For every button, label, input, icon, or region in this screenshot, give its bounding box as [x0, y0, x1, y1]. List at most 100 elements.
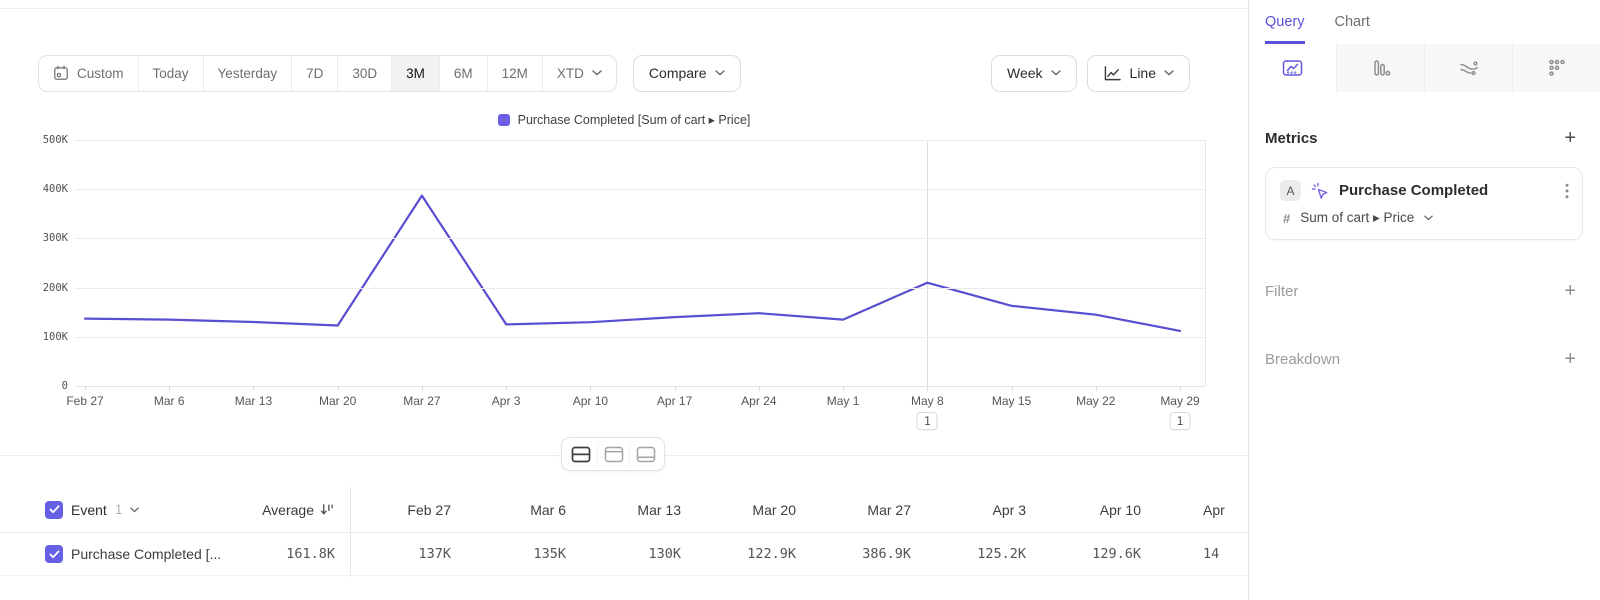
add-metric-button[interactable]: + [1564, 128, 1576, 148]
breakdown-title: Breakdown [1265, 351, 1340, 368]
gridline-500K [75, 140, 1205, 141]
filter-title: Filter [1265, 283, 1298, 300]
event-count: 1 [115, 502, 123, 517]
x-axis-tick [759, 386, 760, 391]
retention-grid-icon [1547, 58, 1567, 78]
chart-type-bar[interactable] [1336, 44, 1424, 92]
x-axis-label: Apr 24 [717, 394, 801, 408]
x-axis-tick [338, 386, 339, 391]
metrics-title: Metrics [1265, 130, 1318, 147]
chevron-down-icon [715, 70, 725, 76]
event-spark-icon [1311, 182, 1329, 200]
y-axis-label: 200K [0, 282, 68, 294]
top-divider [0, 8, 1248, 9]
x-axis-tick [1180, 386, 1181, 391]
range-3m[interactable]: 3M [391, 56, 439, 91]
range-xtd[interactable]: XTD [542, 56, 616, 91]
chevron-down-icon [592, 70, 602, 76]
range-30d[interactable]: 30D [337, 56, 391, 91]
series-name: Purchase Completed [... [71, 546, 221, 562]
value-cell: 135K [465, 546, 580, 562]
x-axis-label: Apr 3 [464, 394, 548, 408]
table-row[interactable]: Purchase Completed [... 161.8K 137K135K1… [0, 533, 1248, 576]
line-chart-icon [1103, 65, 1122, 82]
table-only-button[interactable] [629, 441, 661, 467]
x-axis-tick [85, 386, 86, 391]
layout-toggle [561, 437, 665, 471]
aggregation-dropdown[interactable]: # Sum of cart ▸ Price [1280, 210, 1568, 226]
chart-type-flows[interactable] [1424, 44, 1512, 92]
chart-type-retention[interactable] [1512, 44, 1600, 92]
tab-query[interactable]: Query [1265, 0, 1305, 44]
annotation-badge[interactable]: 1 [917, 412, 938, 430]
range-label: 6M [454, 66, 473, 81]
y-axis-label: 500K [0, 134, 68, 146]
table-column-divider [350, 487, 351, 577]
line-chart[interactable]: 0100K200K300K400K500KFeb 27Mar 6Mar 13Ma… [0, 140, 1248, 450]
range-custom[interactable]: Custom [39, 56, 138, 91]
add-filter-button[interactable]: + [1564, 281, 1576, 301]
y-axis-label: 400K [0, 183, 68, 195]
chart-only-button[interactable] [597, 441, 629, 467]
series-line [85, 140, 1205, 386]
metric-event-name: Purchase Completed [1339, 182, 1488, 199]
x-axis-label: Mar 13 [211, 394, 295, 408]
x-axis-tick [927, 386, 928, 391]
x-axis-label: May 8 [885, 394, 969, 408]
chart-type-line[interactable] [1249, 44, 1336, 92]
annotation-badge[interactable]: 1 [1170, 412, 1191, 430]
series-name-cell: Purchase Completed [... [0, 545, 233, 563]
gridline-0 [75, 386, 1205, 387]
table-only-icon [636, 446, 656, 463]
tab-chart[interactable]: Chart [1335, 0, 1370, 44]
check-icon [49, 550, 60, 559]
metric-card-main-row: A Purchase Completed [1280, 180, 1568, 201]
chart-type-dropdown[interactable]: Line [1087, 55, 1190, 92]
aggregation-label: Sum of cart ▸ Price [1300, 210, 1414, 226]
y-axis-label: 100K [0, 331, 68, 343]
granularity-dropdown[interactable]: Week [991, 55, 1077, 92]
range-12m[interactable]: 12M [487, 56, 542, 91]
compare-button[interactable]: Compare [633, 55, 741, 92]
range-today[interactable]: Today [138, 56, 203, 91]
range-6m[interactable]: 6M [439, 56, 487, 91]
chevron-down-icon[interactable] [130, 507, 139, 513]
value-cell: 137K [350, 546, 465, 562]
plot-right-border [1205, 140, 1206, 386]
row-checkbox[interactable] [45, 545, 63, 563]
plot-area [85, 140, 1205, 386]
breakdown-section-header: Breakdown + [1249, 349, 1600, 369]
split-view-button[interactable] [565, 441, 597, 467]
kebab-menu-icon[interactable] [1565, 183, 1569, 199]
query-builder-panel: Query Chart [1248, 0, 1600, 600]
event-dropdown[interactable]: Event [71, 502, 107, 518]
x-axis-label: Apr 17 [633, 394, 717, 408]
average-header-label: Average [262, 502, 314, 518]
date-headers: Feb 27Mar 6Mar 13Mar 20Mar 27Apr 3Apr 10… [335, 502, 1248, 518]
range-label: Custom [77, 66, 124, 81]
chart-type-label: Line [1130, 65, 1156, 81]
range-yesterday[interactable]: Yesterday [203, 56, 292, 91]
x-axis-label: Mar 20 [296, 394, 380, 408]
range-7d[interactable]: 7D [291, 56, 337, 91]
range-label: 12M [502, 66, 528, 81]
bar-chart-icon [1371, 58, 1391, 78]
chevron-down-icon [1051, 70, 1061, 76]
date-column-header: Mar 27 [810, 502, 925, 518]
add-breakdown-button[interactable]: + [1564, 349, 1576, 369]
y-axis-label: 300K [0, 232, 68, 244]
value-cell: 386.9K [810, 546, 925, 562]
sort-descending-icon[interactable] [320, 502, 335, 517]
compare-label: Compare [649, 65, 707, 81]
x-axis-label: Apr 10 [548, 394, 632, 408]
line-series[interactable] [85, 196, 1180, 331]
split-view-icon [571, 446, 591, 463]
chart-legend-item[interactable]: Purchase Completed [Sum of cart ▸ Price] [0, 112, 1248, 127]
report-main-area: Custom Today Yesterday7D30D3M 6M 12M XTD Comp… [0, 0, 1248, 600]
select-all-checkbox[interactable] [45, 501, 63, 519]
range-label: Today [153, 66, 189, 81]
date-column-header: Apr 10 [1040, 502, 1155, 518]
date-column-header: Apr [1155, 502, 1248, 518]
results-table: Event 1 Average Feb 27Mar 6Mar 13Mar 20M… [0, 487, 1248, 576]
metric-card[interactable]: A Purchase Completed # Sum of cart ▸ Pri… [1265, 167, 1583, 240]
